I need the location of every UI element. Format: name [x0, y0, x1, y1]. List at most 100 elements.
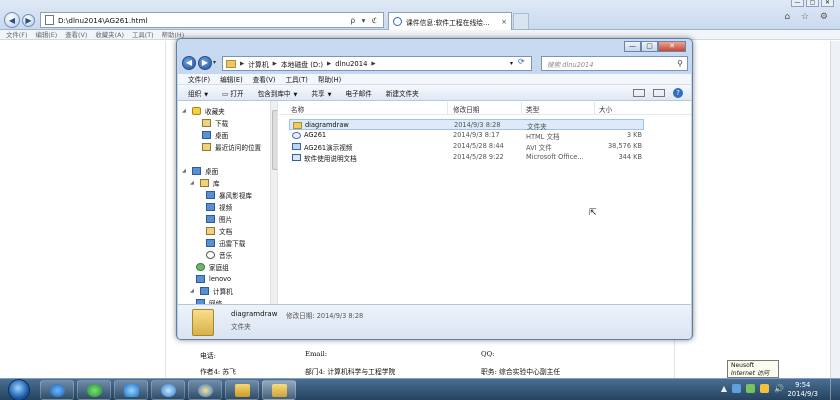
- file-row-avi[interactable]: AG261演示视频 2014/5/28 8:44 AVI 文件 38,576 K…: [289, 141, 644, 152]
- nav-scrollbar[interactable]: [270, 101, 277, 304]
- nav-item-network[interactable]: 网络: [196, 297, 222, 304]
- expand-arrow-icon[interactable]: ◢: [190, 288, 196, 294]
- taskbar-clock[interactable]: 9:54 2014/9/3: [787, 381, 818, 398]
- show-desktop-button[interactable]: [830, 379, 840, 400]
- browser-tab[interactable]: 课件信息:软件工程在线绘... ×: [388, 12, 512, 30]
- browser-menu-view[interactable]: 查看(V): [65, 30, 87, 39]
- file-row-html[interactable]: AG261 2014/9/3 8:17 HTML 文档 3 KB: [289, 130, 644, 141]
- explorer-back-button[interactable]: ◀: [182, 56, 196, 70]
- taskbar-app-dlu[interactable]: [114, 380, 148, 400]
- tray-network-icon[interactable]: [732, 384, 742, 393]
- nav-item-documents[interactable]: 文档: [206, 225, 232, 236]
- browser-maximize-button[interactable]: ▢: [806, 0, 819, 7]
- breadcrumb-disk-d[interactable]: 本地磁盘 (D:): [281, 59, 323, 69]
- browser-menu-edit[interactable]: 编辑(E): [35, 30, 57, 39]
- menu-edit[interactable]: 编辑(E): [220, 74, 243, 84]
- taskbar-app-ie-blue[interactable]: [40, 380, 74, 400]
- browser-title-bar: — ▢ ✕ ◀ ▶ D:\dlnu2014\AG261.html ρ ▾ ℭ 课…: [0, 0, 840, 30]
- explorer-window: — ▢ ✕ ◀ ▶ ▾ ▶ 计算机 ▶ 本地磁盘 (D:) ▶ dlnu2014…: [176, 38, 693, 340]
- column-header-name[interactable]: 名称: [291, 104, 304, 114]
- file-row-doc[interactable]: 软件使用说明文档 2014/5/28 9:22 Microsoft Office…: [289, 152, 644, 163]
- browser-tools-icons[interactable]: ⌂ ☆ ⚙: [784, 12, 832, 22]
- nav-item-computer[interactable]: ◢ 计算机: [190, 285, 233, 296]
- start-button[interactable]: [8, 379, 30, 400]
- explorer-close-button[interactable]: ✕: [658, 41, 686, 52]
- nav-item-recent[interactable]: 最近访问的位置: [202, 141, 261, 152]
- open-button[interactable]: ▭ 打开: [222, 88, 244, 98]
- column-header-type[interactable]: 类型: [526, 104, 539, 114]
- taskbar-app-folder[interactable]: [225, 380, 259, 400]
- chevron-right-icon[interactable]: ▶: [240, 61, 244, 67]
- refresh-icon[interactable]: ⟳: [518, 57, 525, 66]
- menu-file[interactable]: 文件(F): [188, 74, 210, 84]
- nav-item-homegroup[interactable]: 家庭组: [196, 261, 229, 272]
- expand-arrow-icon[interactable]: ◢: [182, 168, 188, 174]
- browser-minimize-button[interactable]: —: [791, 0, 804, 7]
- share-button[interactable]: 共享 ▼: [311, 88, 331, 98]
- column-header-modified[interactable]: 修改日期: [453, 104, 479, 114]
- nav-item-favorites[interactable]: ◢ 收藏夹: [182, 105, 225, 116]
- nav-item-desktop[interactable]: ◢ 桌面: [182, 165, 218, 176]
- chevron-right-icon[interactable]: ▶: [327, 61, 331, 67]
- menu-tools[interactable]: 工具(T): [285, 74, 307, 84]
- tray-app-icon[interactable]: [760, 384, 770, 393]
- view-options-icon[interactable]: [633, 89, 645, 97]
- taskbar-app-cloud[interactable]: [151, 380, 185, 400]
- menu-help[interactable]: 帮助(H): [318, 74, 341, 84]
- menu-view[interactable]: 查看(V): [253, 74, 276, 84]
- nav-item-pictures[interactable]: 图片: [206, 213, 232, 224]
- breadcrumb-dlnu2014[interactable]: dlnu2014: [335, 60, 367, 68]
- tray-expand-icon[interactable]: ▲: [721, 384, 727, 393]
- column-separator[interactable]: [447, 102, 448, 114]
- explorer-forward-button[interactable]: ▶: [198, 56, 212, 70]
- taskbar-app-explorer-active[interactable]: [262, 380, 296, 400]
- chevron-right-icon[interactable]: ▶: [273, 61, 277, 67]
- chevron-right-icon[interactable]: ▶: [371, 61, 375, 67]
- nav-item-downloads[interactable]: 下载: [202, 117, 228, 128]
- recent-pages-dropdown-icon[interactable]: ▾: [213, 59, 216, 66]
- nav-item-videos[interactable]: 视频: [206, 201, 232, 212]
- nav-item-lenovo[interactable]: lenovo: [196, 273, 231, 284]
- address-dropdown-icon[interactable]: ▾: [510, 60, 513, 67]
- nav-item-music[interactable]: 音乐: [206, 249, 232, 260]
- browser-address-bar[interactable]: D:\dlnu2014\AG261.html ρ ▾ ℭ: [40, 12, 384, 28]
- tray-security-icon[interactable]: [746, 384, 756, 393]
- expand-arrow-icon[interactable]: ◢: [182, 108, 188, 114]
- nav-item-desktop-fav[interactable]: 桌面: [202, 129, 228, 140]
- folder-icon: [235, 384, 250, 397]
- organize-button[interactable]: 组织 ▼: [188, 88, 208, 98]
- breadcrumb[interactable]: ▶ 计算机 ▶ 本地磁盘 (D:) ▶ dlnu2014 ▶: [222, 56, 532, 71]
- include-library-button[interactable]: 包含到库中 ▼: [258, 88, 298, 98]
- browser-menu-favorites[interactable]: 收藏夹(A): [95, 30, 124, 39]
- new-folder-button[interactable]: 新建文件夹: [386, 88, 419, 98]
- search-icon[interactable]: ⚲: [677, 59, 687, 68]
- help-icon[interactable]: ?: [673, 88, 683, 98]
- browser-menu-tools[interactable]: 工具(T): [132, 30, 154, 39]
- browser-back-button[interactable]: ◀: [4, 12, 20, 28]
- browser-menu-file[interactable]: 文件(F): [6, 30, 27, 39]
- breadcrumb-computer[interactable]: 计算机: [248, 59, 268, 69]
- email-button[interactable]: 电子邮件: [345, 88, 371, 98]
- browser-forward-button[interactable]: ▶: [22, 14, 35, 27]
- nav-item-libraries[interactable]: ◢ 库: [190, 177, 220, 188]
- address-tools-icon[interactable]: ρ ▾ ℭ: [350, 16, 383, 25]
- tray-volume-icon[interactable]: 🔊: [774, 384, 784, 393]
- column-header-size[interactable]: 大小: [599, 104, 612, 114]
- taskbar-app-internet-explorer[interactable]: [188, 380, 222, 400]
- column-separator[interactable]: [521, 102, 522, 114]
- nav-item-thunder[interactable]: 迅雷下载: [206, 237, 245, 248]
- taskbar-app-360[interactable]: [77, 380, 111, 400]
- expand-arrow-icon[interactable]: ◢: [190, 180, 196, 186]
- file-row-folder[interactable]: diagramdraw 2014/9/3 8:28 文件夹: [289, 119, 644, 131]
- column-separator[interactable]: [594, 102, 595, 114]
- browser-scrollbar[interactable]: [830, 41, 840, 378]
- new-tab-button[interactable]: [513, 13, 529, 29]
- nav-item-storm[interactable]: 暴风影视库: [206, 189, 252, 200]
- browser-close-button[interactable]: ✕: [821, 0, 834, 7]
- preview-pane-icon[interactable]: [653, 89, 665, 97]
- nav-scrollbar-thumb[interactable]: [272, 110, 277, 170]
- explorer-maximize-button[interactable]: ▢: [641, 41, 658, 52]
- tab-close-icon[interactable]: ×: [501, 18, 507, 26]
- search-input[interactable]: 搜索 dlnu2014 ⚲: [541, 56, 688, 71]
- explorer-minimize-button[interactable]: —: [624, 41, 641, 52]
